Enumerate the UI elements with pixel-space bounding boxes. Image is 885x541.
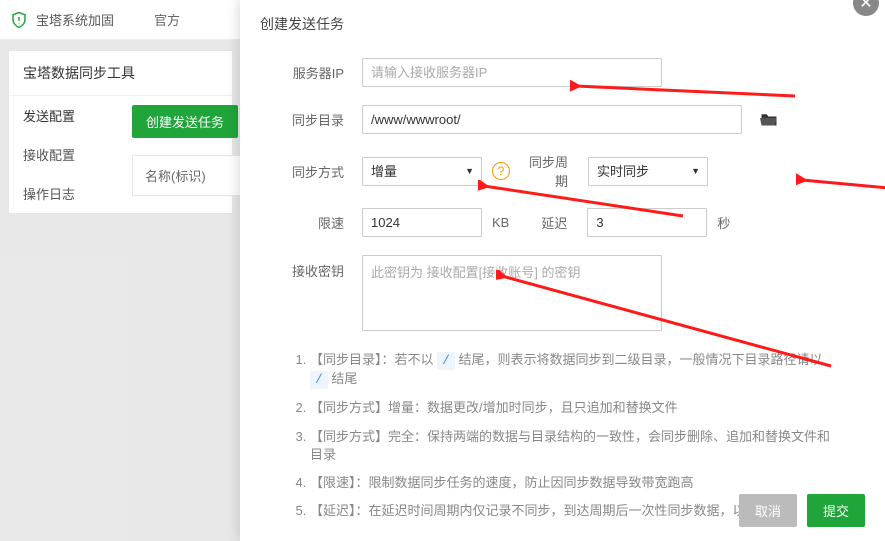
bg-tab[interactable]: 官方 — [154, 10, 180, 29]
unit-sec: 秒 — [717, 213, 730, 232]
speed-input[interactable] — [362, 208, 482, 237]
slash-chip: / — [310, 371, 328, 389]
folder-icon[interactable] — [760, 112, 778, 127]
delay-input[interactable] — [587, 208, 707, 237]
unit-kb: KB — [492, 215, 509, 230]
label-delay: 延迟 — [519, 213, 577, 232]
note-3: 【同步方式】完全：保持两端的数据与目录结构的一致性，会同步删除、追加和替换文件和… — [310, 428, 835, 464]
slash-chip: / — [437, 352, 455, 370]
submit-button[interactable]: 提交 — [807, 494, 865, 527]
sync-mode-select[interactable]: 增量 — [362, 157, 482, 186]
sync-dir-input[interactable] — [362, 105, 742, 134]
note-2: 【同步方式】增量：数据更改/增加时同步，且只追加和替换文件 — [310, 399, 835, 417]
create-task-button[interactable]: 创建发送任务 — [132, 105, 238, 138]
label-sync-cycle: 同步周期 — [520, 152, 578, 190]
modal-title: 创建发送任务 — [240, 0, 885, 48]
note-4: 【限速】：限制数据同步任务的速度，防止因同步数据导致带宽跑高 — [310, 474, 835, 492]
cancel-button[interactable]: 取消 — [739, 494, 797, 527]
note-1: 【同步目录】：若不以 / 结尾，则表示将数据同步到二级目录，一般情况下目录路径请… — [310, 351, 835, 389]
server-ip-input[interactable] — [362, 58, 662, 87]
label-sync-mode: 同步方式 — [290, 162, 362, 181]
label-server-ip: 服务器IP — [290, 63, 362, 82]
label-sync-dir: 同步目录 — [290, 110, 362, 129]
sync-cycle-select[interactable]: 实时同步 — [588, 157, 708, 186]
bg-title: 宝塔系统加固 — [36, 10, 114, 29]
create-task-modal: 创建发送任务 服务器IP 同步目录 同步方式 增量 同步周期 实时同步 — [240, 0, 885, 541]
label-speed: 限速 — [290, 213, 362, 232]
receive-key-textarea[interactable] — [362, 255, 662, 331]
shield-icon — [10, 11, 28, 29]
help-icon[interactable] — [492, 162, 510, 180]
label-key: 接收密钥 — [290, 255, 362, 280]
